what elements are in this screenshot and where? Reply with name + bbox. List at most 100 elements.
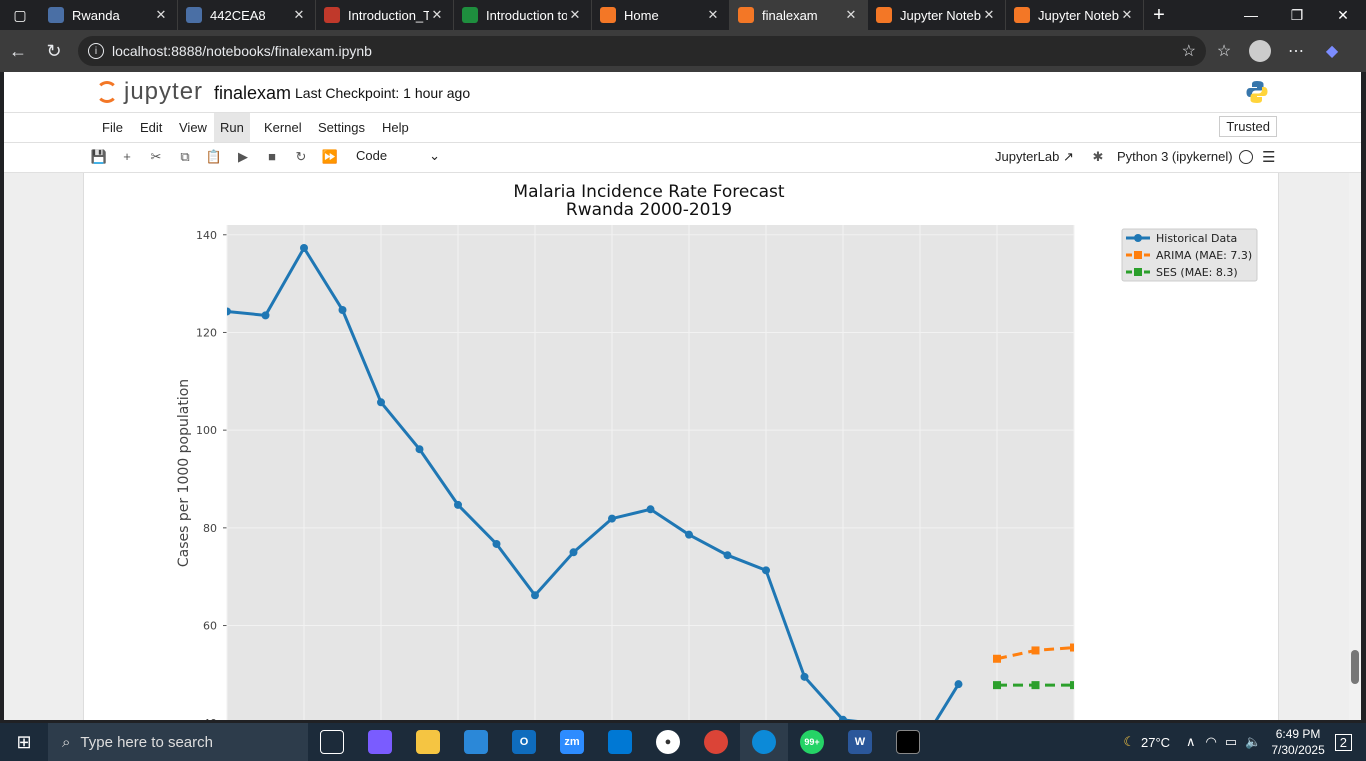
url-bar[interactable]: i localhost:8888/notebooks/finalexam.ipy… — [78, 36, 1206, 66]
kernel-name[interactable]: Python 3 (ipykernel) — [1117, 149, 1233, 164]
close-window-icon[interactable]: ✕ — [1320, 7, 1366, 24]
menu-settings[interactable]: Settings — [312, 113, 371, 142]
python-logo-icon — [1246, 81, 1268, 103]
copilot-app-icon[interactable] — [356, 723, 404, 761]
wifi-icon[interactable]: ◠ — [1206, 734, 1217, 750]
external-link-icon: ↗ — [1062, 149, 1074, 164]
notebook-area: 40 60 80 100 120 140 Malaria Incidence Rate Fo… — [4, 173, 1361, 720]
series-marker-0 — [338, 305, 347, 314]
legend-marker — [1134, 234, 1142, 242]
notifications-icon[interactable]: 2 — [1334, 733, 1352, 751]
browser-window: ▢ Rwanda ✕ 442CEA8 ✕ Introduction_T ✕ Introduc… — [0, 0, 1366, 761]
browser-tab[interactable]: 442CEA8 ✕ — [178, 0, 316, 30]
close-tab-icon[interactable]: ✕ — [705, 7, 721, 23]
more-options-icon[interactable]: ⋯ — [1278, 41, 1314, 61]
series-marker-1 — [1031, 646, 1040, 655]
favorites-icon[interactable]: ☆ — [1206, 41, 1242, 61]
debugger-bug-icon[interactable]: ✱ — [1088, 147, 1108, 167]
ms-store-icon[interactable] — [452, 723, 500, 761]
close-tab-icon[interactable]: ✕ — [291, 7, 307, 23]
insert-cell-icon[interactable]: + — [117, 147, 137, 167]
close-tab-icon[interactable]: ✕ — [429, 7, 445, 23]
minimize-icon[interactable]: — — [1228, 7, 1274, 24]
globe-icon — [186, 7, 202, 23]
weather-moon-icon[interactable]: ☾ — [1123, 734, 1135, 750]
jupyter-wordmark: jupyter — [124, 78, 204, 105]
chevron-up-icon[interactable]: ∧ — [1186, 734, 1196, 750]
menu-run[interactable]: Run — [214, 113, 250, 142]
stop-icon[interactable]: ■ — [262, 147, 282, 167]
fast-forward-icon[interactable]: ⏩ — [320, 147, 340, 167]
site-info-icon[interactable]: i — [88, 43, 104, 59]
back-icon[interactable]: ← — [0, 41, 36, 62]
taskbar-search[interactable]: ⌕ Type here to search — [48, 723, 308, 761]
terminal-app-icon[interactable] — [884, 723, 932, 761]
new-tab-button[interactable]: + — [1144, 4, 1174, 27]
menu-help[interactable]: Help — [376, 113, 415, 142]
series-marker-0 — [762, 566, 770, 575]
whatsapp-icon[interactable]: 99+ — [788, 723, 836, 761]
jupyterlab-link[interactable]: JupyterLab ↗ — [995, 149, 1074, 165]
edge-icon[interactable] — [740, 723, 788, 761]
file-explorer-icon[interactable] — [404, 723, 452, 761]
save-icon[interactable]: 💾 — [89, 147, 109, 167]
close-tab-icon[interactable]: ✕ — [1119, 7, 1135, 23]
cell-type-select[interactable]: Code ⌄ — [356, 148, 440, 164]
jupyter-logo[interactable]: jupyter — [96, 78, 203, 106]
windows-start-icon[interactable]: ⊞ — [0, 732, 48, 753]
close-tab-icon[interactable]: ✕ — [843, 7, 859, 23]
hamburger-menu-icon[interactable]: ☰ — [1262, 148, 1275, 166]
browser-tab[interactable]: Jupyter Noteb ✕ — [1006, 0, 1144, 30]
volume-icon[interactable]: 🔈 — [1245, 734, 1261, 750]
tiles-app-icon[interactable] — [596, 723, 644, 761]
zoom-icon[interactable]: zm — [548, 723, 596, 761]
scrollbar[interactable] — [1349, 173, 1361, 720]
output-cell: 40 60 80 100 120 140 Malaria Incidence Rate Fo… — [83, 173, 1279, 720]
cut-icon[interactable]: ✂ — [146, 147, 166, 167]
window-menu-icon[interactable]: ▢ — [0, 0, 40, 30]
temperature[interactable]: 27°C — [1141, 735, 1170, 750]
media-app-icon[interactable]: ● — [644, 723, 692, 761]
restart-icon[interactable]: ↻ — [291, 147, 311, 167]
scrollbar-thumb[interactable] — [1351, 650, 1359, 684]
chart-title: Malaria Incidence Rate Forecast — [513, 182, 785, 202]
y-tick-label: 40 — [203, 717, 217, 720]
series-marker-0 — [300, 243, 308, 252]
series-marker-2 — [1031, 681, 1040, 690]
y-axis-label: Cases per 1000 population — [176, 379, 192, 567]
sheets-icon — [462, 7, 478, 23]
reload-icon[interactable]: ↻ — [36, 41, 72, 62]
browser-tab[interactable]: Home ✕ — [592, 0, 730, 30]
chrome-icon[interactable] — [692, 723, 740, 761]
bookmark-star-icon[interactable]: ☆ — [1182, 41, 1196, 61]
browser-tab[interactable]: finalexam ✕ — [730, 0, 868, 30]
notebook-name[interactable]: finalexam — [214, 83, 291, 104]
close-tab-icon[interactable]: ✕ — [153, 7, 169, 23]
url-text: localhost:8888/notebooks/finalexam.ipynb — [112, 43, 372, 59]
restore-icon[interactable]: ❐ — [1274, 7, 1320, 24]
browser-tab[interactable]: Jupyter Noteb ✕ — [868, 0, 1006, 30]
close-tab-icon[interactable]: ✕ — [567, 7, 583, 23]
outlook-icon[interactable]: O — [500, 723, 548, 761]
trusted-badge[interactable]: Trusted — [1219, 116, 1277, 137]
profile-avatar[interactable] — [1249, 40, 1271, 62]
paste-icon[interactable]: 📋 — [204, 147, 224, 167]
close-tab-icon[interactable]: ✕ — [981, 7, 997, 23]
copy-icon[interactable]: ⧉ — [175, 147, 195, 167]
clock[interactable]: 6:49 PM 7/30/2025 — [1271, 726, 1324, 758]
word-icon[interactable]: W — [836, 723, 884, 761]
menu-view[interactable]: View — [173, 113, 213, 142]
browser-tab[interactable]: Rwanda ✕ — [40, 0, 178, 30]
address-toolbar: ← ↻ i localhost:8888/notebooks/finalexam… — [0, 30, 1366, 72]
battery-icon[interactable]: ▭ — [1225, 734, 1237, 750]
menu-edit[interactable]: Edit — [134, 113, 168, 142]
task-view-icon[interactable] — [308, 723, 356, 761]
tab-title: Rwanda — [72, 7, 120, 23]
browser-tab[interactable]: Introduction to ✕ — [454, 0, 592, 30]
copilot-icon[interactable]: ◆ — [1314, 41, 1350, 61]
tab-title: Introduction_T — [348, 7, 429, 23]
menu-kernel[interactable]: Kernel — [258, 113, 308, 142]
browser-tab[interactable]: Introduction_T ✕ — [316, 0, 454, 30]
run-icon[interactable]: ▶ — [233, 147, 253, 167]
menu-file[interactable]: File — [96, 113, 129, 142]
